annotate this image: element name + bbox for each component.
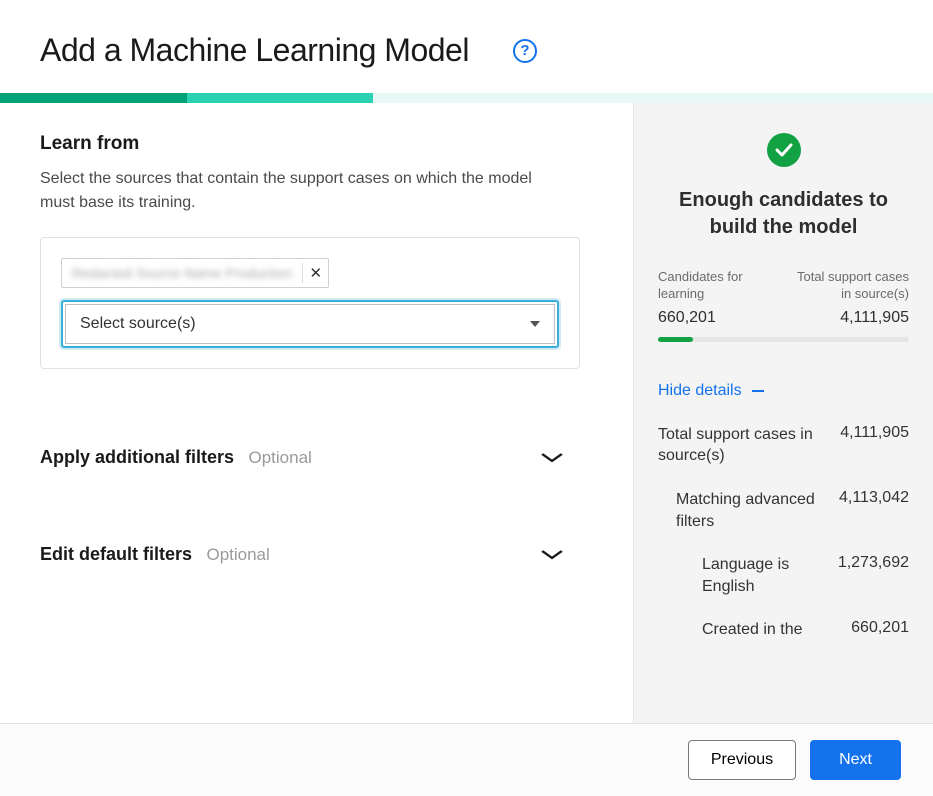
sources-container: Redacted Source Name Production ✕ Select… — [40, 237, 580, 369]
chevron-down-icon — [541, 450, 563, 466]
accordion-additional-filters[interactable]: Apply additional filters Optional — [40, 429, 560, 486]
source-chip: Redacted Source Name Production ✕ — [61, 258, 329, 288]
candidates-label: Candidates for learning — [658, 269, 778, 303]
total-cases-label: Total support cases in source(s) — [789, 269, 909, 303]
chevron-down-icon — [541, 547, 563, 563]
wizard-progress — [0, 93, 933, 103]
page-title: Add a Machine Learning Model — [40, 32, 469, 69]
previous-button[interactable]: Previous — [688, 740, 796, 780]
optional-tag: Optional — [206, 545, 269, 564]
progress-segment-current — [187, 93, 374, 103]
accordion-label: Edit default filters — [40, 544, 192, 564]
accordion-label: Apply additional filters — [40, 447, 234, 467]
wizard-footer: Previous Next — [0, 723, 933, 796]
detail-value: 1,273,692 — [838, 554, 909, 597]
next-button[interactable]: Next — [810, 740, 901, 780]
detail-label: Matching advanced filters — [676, 489, 831, 532]
candidates-ratio-bar — [658, 337, 909, 342]
detail-value: 4,111,905 — [840, 424, 909, 467]
total-cases-value: 4,111,905 — [840, 309, 909, 327]
source-select[interactable]: Select source(s) — [61, 300, 559, 348]
candidates-value: 660,201 — [658, 309, 716, 327]
progress-segment-completed — [0, 93, 187, 103]
learn-from-title: Learn from — [40, 133, 593, 155]
source-select-placeholder: Select source(s) — [80, 315, 196, 333]
candidates-ratio-fill — [658, 337, 693, 342]
detail-label: Created in the — [702, 619, 803, 641]
hide-details-toggle[interactable]: Hide details — [658, 382, 909, 400]
close-icon[interactable]: ✕ — [302, 263, 322, 283]
summary-panel: Enough candidates to build the model Can… — [633, 103, 933, 723]
chevron-down-icon — [530, 321, 540, 327]
detail-label: Language is English — [702, 554, 830, 597]
source-chip-label: Redacted Source Name Production — [72, 265, 292, 281]
detail-value: 4,113,042 — [839, 489, 909, 532]
help-icon[interactable]: ? — [513, 39, 537, 63]
hide-details-label: Hide details — [658, 382, 742, 400]
summary-title: Enough candidates to build the model — [658, 187, 909, 241]
learn-from-description: Select the sources that contain the supp… — [40, 167, 560, 215]
optional-tag: Optional — [248, 448, 311, 467]
minus-icon — [752, 390, 764, 392]
detail-label: Total support cases in source(s) — [658, 424, 832, 467]
checkmark-icon — [767, 133, 801, 167]
accordion-default-filters[interactable]: Edit default filters Optional — [40, 526, 560, 583]
detail-value: 660,201 — [851, 619, 909, 641]
